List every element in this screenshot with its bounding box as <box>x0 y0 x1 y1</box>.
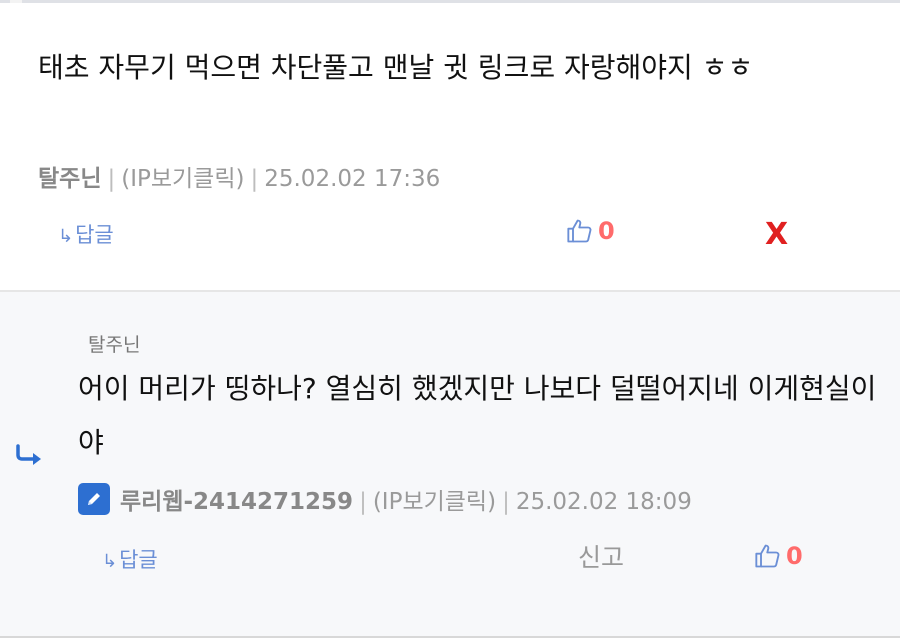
like-count: 0 <box>786 542 803 570</box>
ip-view-link[interactable]: (IP보기클릭) <box>121 166 244 192</box>
reply-button[interactable]: ↳답글 <box>102 544 158 574</box>
delete-button[interactable]: X <box>765 217 788 252</box>
meta-separator: | <box>250 166 259 192</box>
reply-indicator-icon <box>14 444 46 472</box>
meta-separator: | <box>502 489 510 515</box>
report-button[interactable]: 신고 <box>578 538 624 574</box>
reply-arrow-icon: ↳ <box>102 551 118 572</box>
like-count: 0 <box>598 217 615 245</box>
thumbs-up-icon <box>755 544 780 568</box>
reply-parent-author: 탈주닌 <box>88 334 141 356</box>
reply-comment-item: 탈주닌 어이 머리가 띵하나? 열심히 했겠지만 나보다 덜떨어지네 이게현실이… <box>0 292 900 638</box>
ip-view-link[interactable]: (IP보기클릭) <box>373 489 496 515</box>
reply-datetime: 25.02.02 18:09 <box>515 489 692 515</box>
pencil-icon <box>78 483 110 515</box>
comment-text: 태초 자무기 먹으면 차단풀고 맨날 귓 링크로 자랑해야지 ㅎㅎ <box>38 51 754 84</box>
comment-datetime: 25.02.02 17:36 <box>264 166 441 192</box>
reply-meta: 루리웹-2414271259 | (IP보기클릭) | 25.02.02 18:09 <box>120 482 692 516</box>
like-button[interactable]: 0 <box>754 542 803 570</box>
like-button[interactable]: 0 <box>566 217 615 245</box>
comment-author[interactable]: 탈주닌 <box>38 166 101 192</box>
reply-button-label: 답글 <box>75 223 114 247</box>
reply-button[interactable]: ↳답글 <box>58 219 114 249</box>
reply-arrow-icon: ↳ <box>58 226 74 247</box>
thumbs-up-icon <box>567 219 592 243</box>
reply-button-label: 답글 <box>119 548 158 572</box>
meta-separator: | <box>107 166 116 192</box>
meta-separator: | <box>359 489 367 515</box>
reply-author[interactable]: 루리웹-2414271259 <box>120 489 353 515</box>
reply-text: 어이 머리가 띵하나? 열심히 했겠지만 나보다 덜떨어지네 이게현실이야 <box>78 372 877 459</box>
comment-meta: 탈주닌 | (IP보기클릭) | 25.02.02 17:36 <box>38 159 440 193</box>
comment-item: 태초 자무기 먹으면 차단풀고 맨날 귓 링크로 자랑해야지 ㅎㅎ 탈주닌 | (I… <box>0 3 900 290</box>
